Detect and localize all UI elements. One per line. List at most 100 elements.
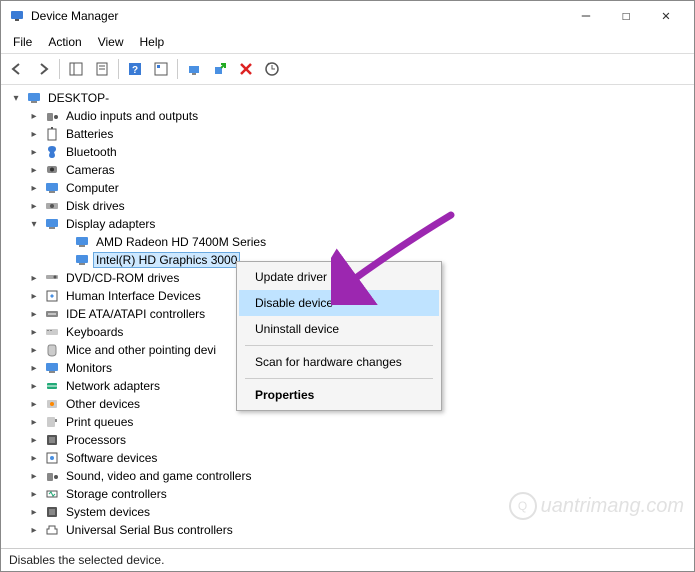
chevron-right-icon[interactable]: ▸ xyxy=(27,487,41,501)
chevron-right-icon[interactable]: ▸ xyxy=(27,415,41,429)
tree-node-label: Keyboards xyxy=(63,324,126,340)
toolbar: ? xyxy=(1,54,694,85)
tree-node-label: Network adapters xyxy=(63,378,163,394)
chevron-right-icon[interactable]: ▸ xyxy=(27,469,41,483)
tree-node-category[interactable]: ▸Print queues xyxy=(1,413,694,431)
device-category-icon xyxy=(44,414,60,430)
tree-node-category[interactable]: ▸ Bluetooth xyxy=(1,143,694,161)
chevron-right-icon[interactable]: ▸ xyxy=(27,127,41,141)
statusbar: Disables the selected device. xyxy=(1,548,694,571)
device-category-icon xyxy=(44,468,60,484)
enable-device-button[interactable] xyxy=(208,57,232,81)
tree-node-label: Batteries xyxy=(63,126,116,142)
scan-hardware-button[interactable] xyxy=(260,57,284,81)
chevron-right-icon[interactable]: ▸ xyxy=(27,307,41,321)
toolbar-separator xyxy=(59,59,60,79)
tree-node-label: Disk drives xyxy=(63,198,128,214)
chevron-right-icon[interactable]: ▸ xyxy=(27,343,41,357)
chevron-right-icon[interactable]: ▸ xyxy=(27,397,41,411)
device-category-icon xyxy=(44,522,60,538)
tree-node-category[interactable]: ▸Computer xyxy=(1,179,694,197)
chevron-right-icon[interactable]: ▸ xyxy=(27,181,41,195)
minimize-button[interactable]: — xyxy=(566,2,606,30)
tree-node-label: Sound, video and game controllers xyxy=(63,468,254,484)
chevron-right-icon[interactable]: ▸ xyxy=(27,271,41,285)
tree-node-label: Audio inputs and outputs xyxy=(63,108,201,124)
chevron-placeholder xyxy=(57,253,71,267)
tree-node-label: Bluetooth xyxy=(63,144,120,160)
tree-node-category[interactable]: ▸ Universal Serial Bus controllers xyxy=(1,521,694,539)
tree-node-category[interactable]: ▸Cameras xyxy=(1,161,694,179)
maximize-button[interactable]: ☐ xyxy=(606,2,646,30)
context-menu: Update driver Disable device Uninstall d… xyxy=(236,261,442,411)
tree-node-category[interactable]: ▸ Disk drives xyxy=(1,197,694,215)
device-category-icon xyxy=(44,288,60,304)
display-adapter-icon xyxy=(74,234,90,250)
tree-node-label: Intel(R) HD Graphics 3000 xyxy=(93,252,240,268)
tree-node-label: Display adapters xyxy=(63,216,158,232)
device-category-icon xyxy=(44,306,60,322)
tree-node-category[interactable]: ▸ Audio inputs and outputs xyxy=(1,107,694,125)
device-category-icon xyxy=(44,126,60,142)
device-category-icon xyxy=(44,486,60,502)
context-uninstall-device[interactable]: Uninstall device xyxy=(239,316,439,342)
action-center-button[interactable] xyxy=(149,57,173,81)
device-category-icon xyxy=(44,378,60,394)
uninstall-device-button[interactable] xyxy=(234,57,258,81)
statusbar-text: Disables the selected device. xyxy=(9,553,164,567)
menu-help[interactable]: Help xyxy=(132,33,173,51)
help-button[interactable]: ? xyxy=(123,57,147,81)
tree-node-label: System devices xyxy=(63,504,153,520)
context-update-driver[interactable]: Update driver xyxy=(239,264,439,290)
show-hide-console-tree-button[interactable] xyxy=(64,57,88,81)
device-category-icon xyxy=(44,396,60,412)
tree-node-root[interactable]: ▾ DESKTOP- xyxy=(1,89,694,107)
chevron-right-icon[interactable]: ▸ xyxy=(27,199,41,213)
computer-icon xyxy=(26,90,42,106)
close-button[interactable]: ✕ xyxy=(646,2,686,30)
tree-node-category[interactable]: ▸ Sound, video and game controllers xyxy=(1,467,694,485)
device-tree: ▾ DESKTOP- ▸ Audio inputs and outputs ▸ Bat… xyxy=(1,85,694,548)
tree-node-device[interactable]: AMD Radeon HD 7400M Series xyxy=(1,233,694,251)
menu-view[interactable]: View xyxy=(90,33,132,51)
context-properties[interactable]: Properties xyxy=(239,382,439,408)
chevron-placeholder xyxy=(57,235,71,249)
tree-node-category[interactable]: ▸ Batteries xyxy=(1,125,694,143)
update-driver-button[interactable] xyxy=(182,57,206,81)
tree-node-label: DVD/CD-ROM drives xyxy=(63,270,182,286)
tree-node-label: IDE ATA/ATAPI controllers xyxy=(63,306,208,322)
chevron-right-icon[interactable]: ▸ xyxy=(27,109,41,123)
chevron-right-icon[interactable]: ▸ xyxy=(27,325,41,339)
tree-node-category[interactable]: ▸ Processors xyxy=(1,431,694,449)
chevron-right-icon[interactable]: ▸ xyxy=(27,505,41,519)
device-manager-window: Device Manager — ☐ ✕ File Action View He… xyxy=(0,0,695,572)
chevron-right-icon[interactable]: ▸ xyxy=(27,379,41,393)
tree-node-category[interactable]: ▾ Display adapters xyxy=(1,215,694,233)
chevron-right-icon[interactable]: ▸ xyxy=(27,145,41,159)
tree-node-category[interactable]: ▸ Storage controllers xyxy=(1,485,694,503)
device-category-icon xyxy=(44,144,60,160)
chevron-right-icon[interactable]: ▸ xyxy=(27,523,41,537)
app-icon xyxy=(9,8,25,24)
tree-node-label: Storage controllers xyxy=(63,486,170,502)
device-category-icon xyxy=(44,450,60,466)
chevron-down-icon[interactable]: ▾ xyxy=(27,217,41,231)
chevron-right-icon[interactable]: ▸ xyxy=(27,433,41,447)
forward-button[interactable] xyxy=(31,57,55,81)
tree-node-label: Universal Serial Bus controllers xyxy=(63,522,236,538)
tree-node-label: Processors xyxy=(63,432,129,448)
back-button[interactable] xyxy=(5,57,29,81)
context-disable-device[interactable]: Disable device xyxy=(239,290,439,316)
properties-button[interactable] xyxy=(90,57,114,81)
menu-action[interactable]: Action xyxy=(40,33,89,51)
chevron-down-icon[interactable]: ▾ xyxy=(9,91,23,105)
chevron-right-icon[interactable]: ▸ xyxy=(27,289,41,303)
chevron-right-icon[interactable]: ▸ xyxy=(27,163,41,177)
chevron-right-icon[interactable]: ▸ xyxy=(27,451,41,465)
tree-node-category[interactable]: ▸Software devices xyxy=(1,449,694,467)
menu-file[interactable]: File xyxy=(5,33,40,51)
chevron-right-icon[interactable]: ▸ xyxy=(27,361,41,375)
tree-node-category[interactable]: ▸ System devices xyxy=(1,503,694,521)
context-scan-hardware[interactable]: Scan for hardware changes xyxy=(239,349,439,375)
tree-node-label: Other devices xyxy=(63,396,143,412)
